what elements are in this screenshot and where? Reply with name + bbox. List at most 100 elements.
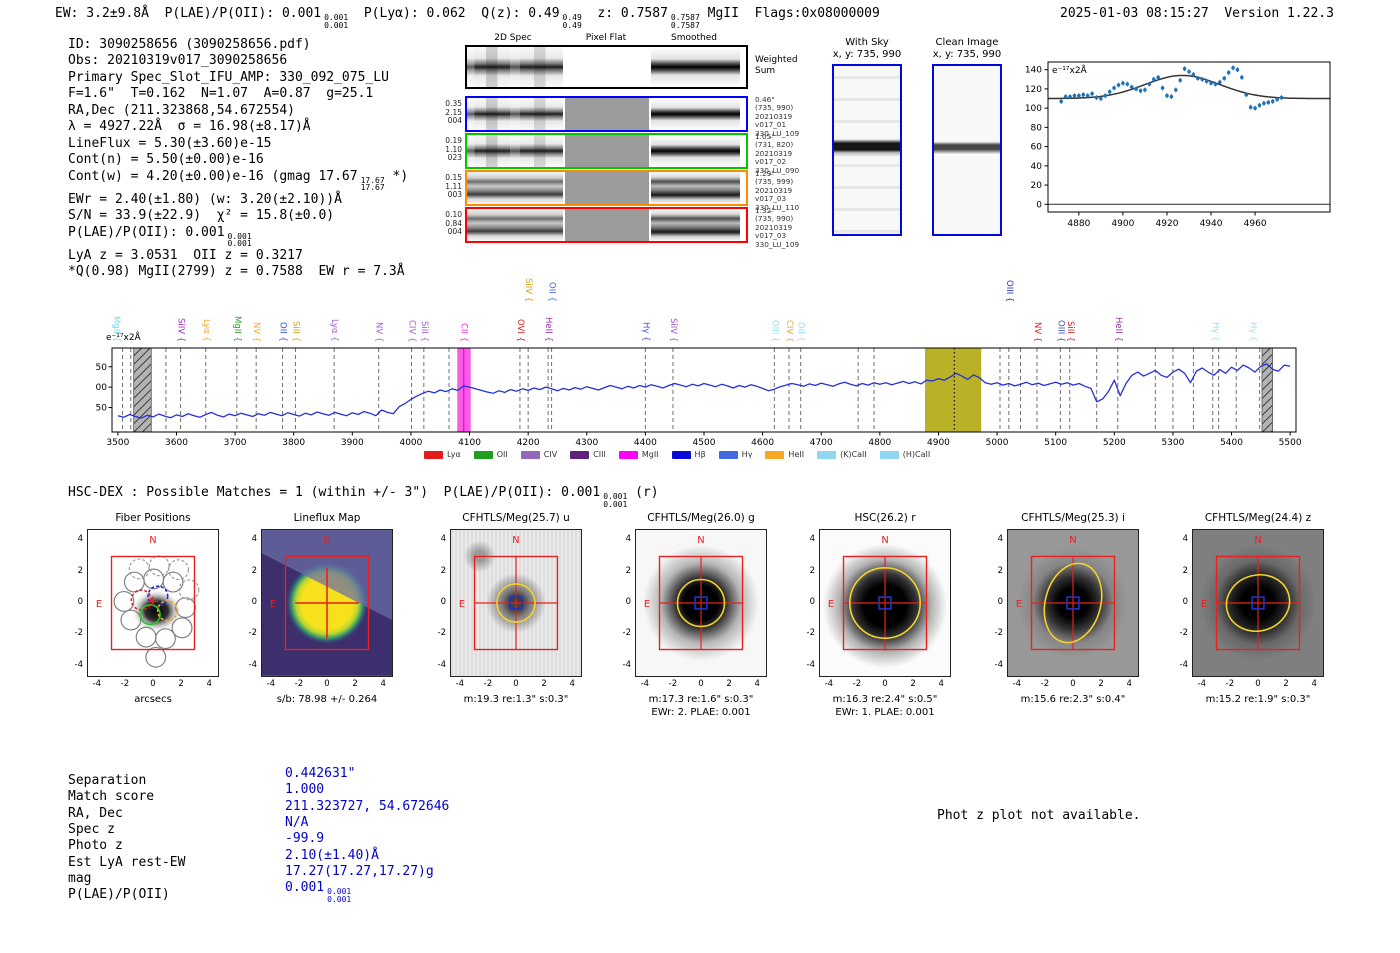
cutout-ytick: 4 bbox=[625, 534, 631, 545]
legend-label: Lyα bbox=[447, 450, 461, 459]
decorative-element: 20 bbox=[1031, 181, 1043, 191]
decorative-element bbox=[1107, 90, 1112, 94]
cutout-xtick: 4 bbox=[1126, 679, 1132, 689]
cutout-xtick: -4 bbox=[266, 679, 276, 689]
spectral-marker-label: CIV { bbox=[783, 319, 794, 342]
decorative-element: 17.67 bbox=[360, 183, 385, 193]
cutout-ytick: 4 bbox=[1182, 534, 1188, 545]
spec2d-smoothed-image bbox=[651, 47, 740, 87]
cutout-xtick: 4 bbox=[938, 679, 944, 689]
cutout-caption-line: m:15.6 re:2.3" s:0.4" bbox=[1020, 694, 1126, 705]
cutout-ytick: -2 bbox=[248, 628, 257, 639]
decorative-element: 0.49 bbox=[562, 20, 582, 30]
stat-label: RA, Dec bbox=[68, 805, 123, 821]
spec2d-source-line: 330_LU_109 bbox=[755, 239, 800, 249]
legend-swatch bbox=[618, 450, 638, 459]
decorative-element: 4800 bbox=[868, 438, 891, 448]
spec2d-row bbox=[465, 133, 748, 169]
decorative-element: 4900 bbox=[1111, 219, 1134, 229]
spec2d-weight-line: 004 bbox=[447, 116, 462, 125]
spec2d-2dspec-image bbox=[467, 172, 563, 204]
detection-info-block: ID: 3090258656 (3090258656.pdf) Obs: 2021… bbox=[68, 37, 408, 280]
decorative-element: 0.001 bbox=[227, 239, 252, 249]
cutout-xtick: -2 bbox=[1040, 679, 1050, 689]
decorative-element bbox=[1121, 81, 1125, 85]
cutout-ytick: 0 bbox=[625, 597, 631, 607]
decorative-element bbox=[1048, 62, 1330, 212]
decorative-element bbox=[1218, 80, 1222, 84]
cutout-image-g: NE bbox=[635, 529, 767, 677]
match-stat-values: 0.442631" 1.000 211.323727, 54.672646 N/A -9… bbox=[285, 766, 449, 903]
cutout-xtick: 2 bbox=[1283, 679, 1289, 689]
clean-title-line1: Clean Image bbox=[935, 37, 999, 48]
spectral-marker-label: SiII { bbox=[290, 321, 301, 342]
cutout-xtick: 4 bbox=[380, 679, 386, 689]
stat-value: 1.000 bbox=[285, 782, 325, 798]
legend-label: (H)CaII bbox=[902, 450, 931, 459]
spectral-marker-label: NV { bbox=[251, 321, 262, 342]
decorative-element: 50 bbox=[96, 404, 107, 414]
decorative-element: 4940 bbox=[1200, 219, 1223, 229]
spec2d-smoothed-image bbox=[651, 98, 740, 130]
cutout-xtick: 2 bbox=[178, 679, 184, 689]
cutout-caption-line: EWr: 2. PLAE: 0.001 bbox=[651, 707, 751, 718]
decorative-element: 0.001 bbox=[603, 499, 628, 509]
cutout-caption-line: m:17.3 re:1.6" s:0.3" bbox=[648, 694, 754, 705]
spectral-marker-label: OIII { bbox=[769, 319, 780, 342]
cutout-xtick: 4 bbox=[1311, 679, 1317, 689]
decorative-element: 5100 bbox=[1044, 438, 1067, 448]
cutout-ytick: -2 bbox=[994, 628, 1003, 639]
spec2d-row-weights: 0.15 1.11 003 bbox=[441, 173, 462, 200]
decorative-element bbox=[1253, 106, 1257, 110]
spectral-marker-label: OII { bbox=[546, 282, 557, 302]
spec2d-row-weights: 0.19 1.10 023 bbox=[441, 136, 462, 163]
decorative-element bbox=[1257, 103, 1262, 108]
decorative-element bbox=[1266, 100, 1271, 105]
info-line: P(LAE)/P(OII): 0.001 0.001 0.001 bbox=[68, 224, 252, 249]
decorative-element bbox=[1099, 96, 1103, 101]
spectrum-legend: Lyα OII CIV CIII MgII Hβ Hγ HeII (K)CaII (H)CaII bbox=[424, 450, 930, 459]
cutout-ytick: 4 bbox=[809, 534, 815, 545]
decorative-element bbox=[1204, 79, 1209, 84]
cutout-title: CFHTLS/Meg(26.0) g bbox=[647, 512, 755, 524]
cutout-caption-line: m:15.2 re:1.9" s:0.3" bbox=[1205, 694, 1311, 705]
decorative-element: 0 bbox=[1036, 200, 1042, 210]
header-metrics: EW: 3.2±9.8Å P(LAE)/P(OII): 0.001 0.001 0.… bbox=[55, 6, 880, 30]
decorative-element: 0.001 bbox=[324, 20, 349, 30]
cutout-xtick: -2 bbox=[120, 679, 130, 689]
decorative-element bbox=[1231, 65, 1235, 70]
cutout-xtick: 4 bbox=[754, 679, 760, 689]
cutout-title: CFHTLS/Meg(25.7) u bbox=[462, 512, 570, 524]
info-line: Cont(n) = 5.50(±0.00)e-16 bbox=[68, 152, 264, 168]
cutout-image-u: NE bbox=[450, 529, 582, 677]
decorative-element bbox=[1059, 99, 1064, 104]
cutout-caption-line: s/b: 78.98 +/- 0.264 bbox=[276, 694, 378, 705]
cutout-ytick: 2 bbox=[625, 565, 631, 576]
withsky-title-line1: With Sky bbox=[845, 37, 889, 48]
decorative-element bbox=[1090, 91, 1094, 96]
cutout-overlay-u: NE bbox=[459, 535, 559, 651]
cutout-ytick: 4 bbox=[77, 534, 83, 545]
decorative-element bbox=[1262, 101, 1266, 106]
cutout-caption-line: m:16.3 re:2.4" s:0.5" bbox=[832, 694, 938, 705]
cutout-xtick: 0 bbox=[513, 679, 519, 689]
stat-value: -99.9 bbox=[285, 831, 325, 847]
spectral-marker-label: SiII { bbox=[418, 321, 429, 342]
decorative-element bbox=[1191, 72, 1196, 77]
decorative-element: 4300 bbox=[575, 438, 598, 448]
decorative-element: 5300 bbox=[1161, 438, 1184, 448]
cutout-ytick: 2 bbox=[440, 565, 446, 576]
withsky-image bbox=[832, 64, 902, 236]
decorative-element: 0.001 bbox=[327, 894, 352, 904]
decorative-element: 100 bbox=[96, 383, 107, 393]
decorative-element bbox=[1125, 82, 1130, 86]
compass-north-label: N bbox=[512, 535, 519, 546]
clean-title-line2: x, y: 735, 990 bbox=[932, 49, 1002, 60]
decorative-element bbox=[1182, 66, 1187, 71]
clean-image bbox=[932, 64, 1002, 236]
stat-value: 0.001 0.001 0.001 bbox=[285, 880, 352, 904]
stacked-uncertainty: 0.49 0.49 bbox=[563, 14, 582, 29]
decorative-element: 3500 bbox=[106, 438, 129, 448]
stat-label: Match score bbox=[68, 789, 155, 805]
spec2d-row bbox=[465, 170, 748, 206]
